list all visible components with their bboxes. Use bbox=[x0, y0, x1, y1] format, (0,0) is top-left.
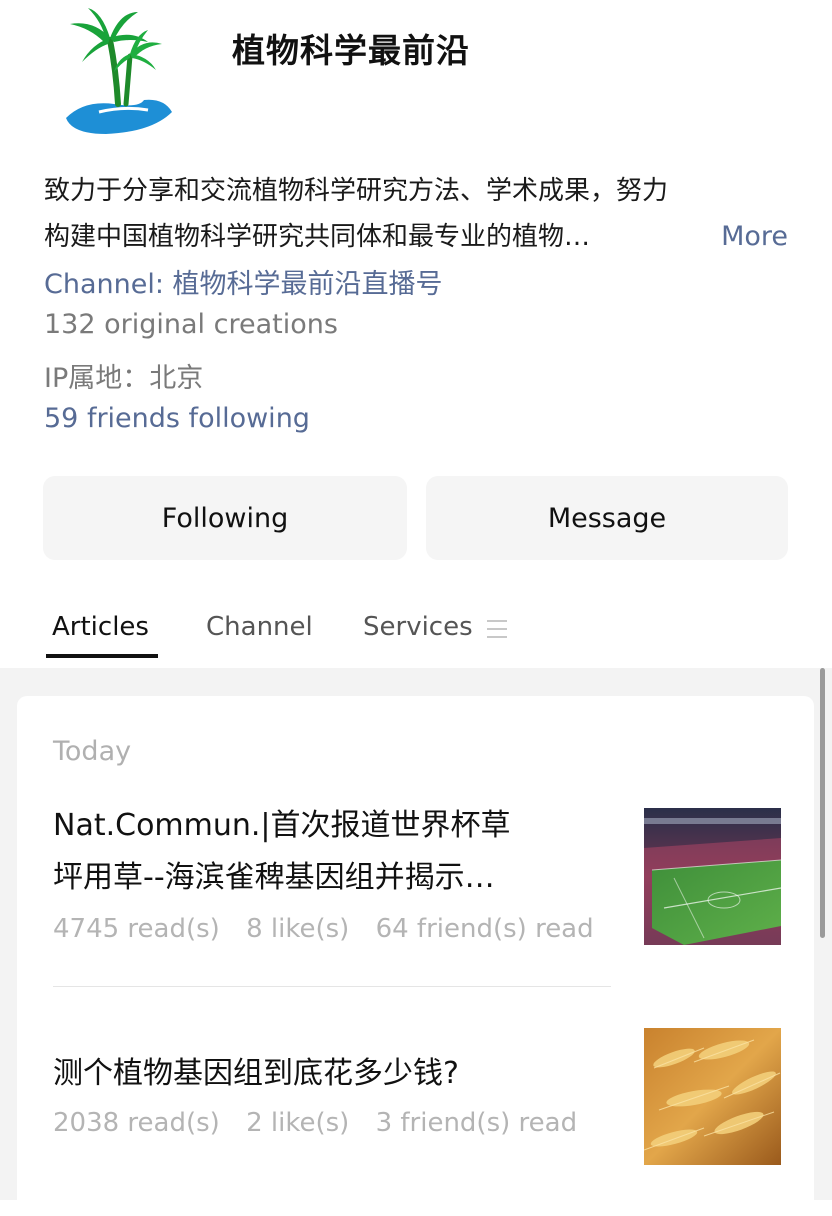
article-stats: 4745 read(s) 8 like(s) 64 friend(s) read bbox=[53, 914, 612, 944]
bio-more-link[interactable]: More bbox=[721, 214, 788, 260]
profile-tabs: Articles Channel Services bbox=[0, 600, 832, 668]
article-title-line: 坪用草--海滨雀稗基因组并揭示… bbox=[53, 860, 495, 895]
original-creations-count: 132 original creations bbox=[44, 309, 338, 340]
ip-location: IP属地：北京 bbox=[44, 363, 204, 394]
divider bbox=[53, 986, 611, 987]
wheat-thumbnail-icon[interactable] bbox=[644, 1028, 781, 1165]
article-title-line: 测个植物基因组到底花多少钱? bbox=[53, 1056, 459, 1091]
article-title[interactable]: 测个植物基因组到底花多少钱? bbox=[53, 1048, 613, 1100]
profile-header: 植物科学最前沿 致力于分享和交流植物科学研究方法、学术成果，努力 构建中国植物科… bbox=[0, 0, 832, 668]
bio-line: 致力于分享和交流植物科学研究方法、学术成果，努力 bbox=[44, 176, 669, 206]
read-count: 2038 read(s) bbox=[53, 1108, 220, 1138]
profile-page: 植物科学最前沿 致力于分享和交流植物科学研究方法、学术成果，努力 构建中国植物科… bbox=[0, 0, 832, 1216]
following-button[interactable]: Following bbox=[43, 476, 407, 560]
account-name: 植物科学最前沿 bbox=[232, 31, 470, 70]
message-button[interactable]: Message bbox=[426, 476, 788, 560]
bio-text: 致力于分享和交流植物科学研究方法、学术成果，努力 构建中国植物科学研究共同体和最… bbox=[44, 168, 788, 260]
friends-following-link[interactable]: 59 friends following bbox=[44, 403, 310, 434]
tab-channel[interactable]: Channel bbox=[206, 612, 313, 642]
friends-read-count: 3 friend(s) read bbox=[375, 1108, 578, 1138]
bio-line: 构建中国植物科学研究共同体和最专业的植物… bbox=[44, 222, 591, 252]
like-count: 8 like(s) bbox=[246, 914, 350, 944]
friends-read-count: 64 friend(s) read bbox=[375, 914, 594, 944]
scrollbar[interactable] bbox=[820, 668, 825, 938]
tab-services[interactable]: Services bbox=[363, 612, 473, 642]
read-count: 4745 read(s) bbox=[53, 914, 220, 944]
article-title[interactable]: Nat.Commun.|首次报道世界杯草 坪用草--海滨雀稗基因组并揭示… bbox=[53, 800, 613, 904]
active-tab-indicator bbox=[46, 654, 158, 658]
like-count: 2 like(s) bbox=[246, 1108, 350, 1138]
stadium-thumbnail-icon[interactable] bbox=[644, 808, 781, 945]
article-title-line: Nat.Commun.|首次报道世界杯草 bbox=[53, 808, 511, 843]
menu-icon[interactable] bbox=[487, 620, 507, 640]
article-stats: 2038 read(s) 2 like(s) 3 friend(s) read bbox=[53, 1108, 595, 1138]
avatar[interactable] bbox=[44, 0, 202, 150]
channel-link[interactable]: Channel: 植物科学最前沿直播号 bbox=[44, 262, 443, 301]
palm-tree-logo-icon bbox=[66, 8, 172, 134]
tab-articles[interactable]: Articles bbox=[52, 612, 149, 642]
date-section-label: Today bbox=[53, 736, 132, 767]
